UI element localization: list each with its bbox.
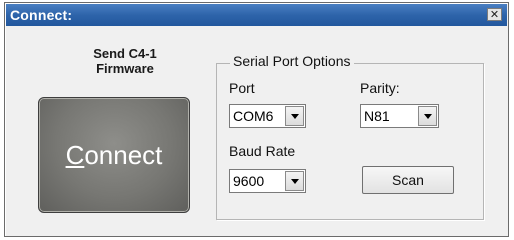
parity-label: Parity:	[360, 80, 400, 96]
serial-port-options-legend: Serial Port Options	[230, 53, 354, 69]
chevron-down-icon	[423, 113, 432, 119]
connect-mnemonic: C	[65, 139, 85, 170]
parity-select[interactable]: N81	[360, 104, 439, 128]
parity-dropdown-button[interactable]	[418, 106, 437, 126]
title-bar: Connect: ✕	[6, 4, 507, 26]
baud-rate-value: 9600	[233, 173, 265, 189]
serial-port-options-group	[216, 63, 484, 220]
close-icon: ✕	[489, 8, 500, 21]
window-title: Connect:	[10, 7, 73, 23]
baud-rate-dropdown-button[interactable]	[285, 171, 304, 191]
port-select[interactable]: COM6	[229, 104, 306, 128]
baud-rate-select[interactable]: 9600	[229, 169, 306, 193]
connect-button[interactable]: Connect	[38, 97, 190, 213]
baud-rate-label: Baud Rate	[229, 143, 296, 159]
scan-button[interactable]: Scan	[362, 166, 454, 194]
close-button[interactable]: ✕	[487, 8, 502, 21]
port-dropdown-button[interactable]	[285, 106, 304, 126]
chevron-down-icon	[290, 178, 299, 184]
firmware-label: Send C4-1 Firmware	[93, 46, 157, 76]
parity-value: N81	[364, 108, 390, 124]
port-value: COM6	[233, 108, 274, 124]
connect-label-rest: onnect	[84, 139, 163, 170]
chevron-down-icon	[290, 113, 299, 119]
port-label: Port	[229, 80, 255, 96]
